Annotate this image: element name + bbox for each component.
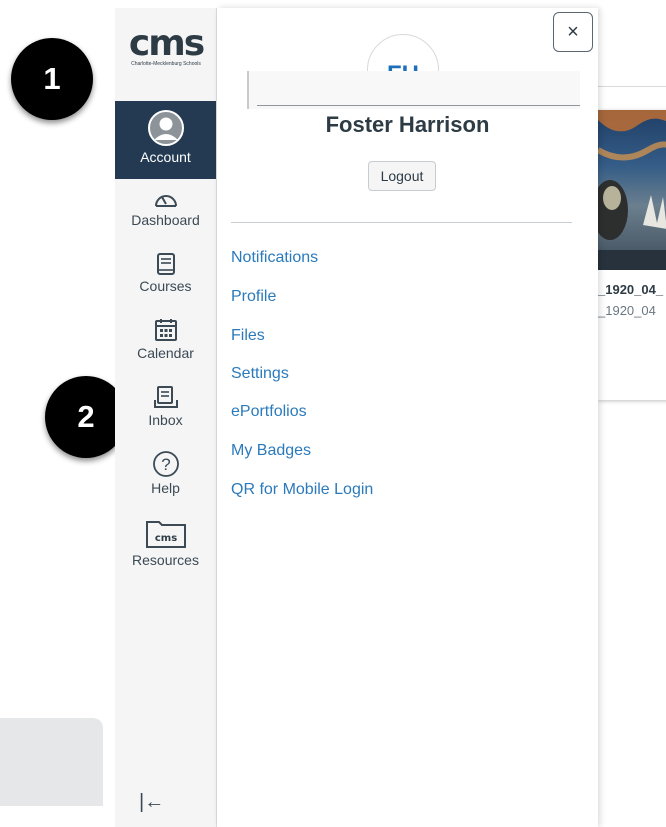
book-icon	[156, 253, 175, 275]
resources-icon-text: cms	[154, 533, 176, 544]
svg-text:?: ?	[161, 455, 170, 474]
link-files[interactable]: Files	[231, 327, 265, 345]
course-card[interactable]: _1920_04_ _1920_04	[598, 110, 666, 400]
close-tray-button[interactable]: ×	[553, 12, 593, 52]
link-profile[interactable]: Profile	[231, 288, 276, 306]
account-avatar-icon	[147, 110, 184, 146]
callout-1: 1	[11, 38, 93, 120]
nav-label-courses: Courses	[139, 278, 192, 294]
nav-item-calendar[interactable]: Calendar	[115, 317, 216, 375]
course-card-title[interactable]: _1920_04_	[598, 282, 663, 297]
nav-label-resources: Resources	[132, 552, 199, 568]
link-my-badges[interactable]: My Badges	[231, 442, 311, 460]
cms-logo-subtext: Charlotte-Mecklenburg Schools	[131, 61, 201, 67]
callout-1-number: 1	[43, 61, 61, 96]
calendar-icon	[154, 319, 177, 341]
link-qr-mobile-login[interactable]: QR for Mobile Login	[231, 481, 373, 499]
cms-logo-text: cms	[128, 23, 205, 64]
cms-logo[interactable]: cms Charlotte-Mecklenburg Schools	[117, 23, 215, 74]
nav-item-resources[interactable]: cms Resources	[115, 516, 216, 584]
left-placeholder-panel	[0, 718, 103, 806]
nav-label-account: Account	[140, 149, 191, 165]
user-name: Foster Harrison	[325, 112, 490, 137]
question-circle-icon: ?	[152, 451, 179, 477]
nav-item-dashboard[interactable]: Dashboard	[115, 188, 216, 244]
account-tray: × FH Foster Harrison Logout Notification…	[217, 8, 598, 827]
global-navigation: cms Charlotte-Mecklenburg Schools Accoun…	[115, 8, 217, 827]
link-notifications[interactable]: Notifications	[231, 249, 318, 267]
course-card-image	[598, 110, 666, 270]
nav-item-courses[interactable]: Courses	[115, 252, 216, 308]
tray-divider	[231, 222, 572, 223]
callout-2-number: 2	[77, 399, 95, 434]
speedometer-icon	[154, 195, 177, 207]
logout-button[interactable]: Logout	[368, 161, 436, 191]
avatar-underline	[257, 105, 580, 106]
cms-folder-icon: cms	[145, 521, 186, 548]
background-divider	[598, 86, 666, 87]
nav-item-inbox[interactable]: Inbox	[115, 384, 216, 440]
nav-label-inbox: Inbox	[148, 412, 183, 428]
avatar-upload-bar	[247, 71, 580, 109]
nav-item-account[interactable]: Account	[115, 101, 216, 179]
nav-item-help[interactable]: ? Help	[115, 450, 216, 506]
nav-label-help: Help	[151, 480, 180, 496]
close-icon: ×	[567, 20, 579, 43]
nav-label-dashboard: Dashboard	[131, 212, 200, 228]
inbox-icon	[153, 386, 178, 408]
course-card-subtitle: _1920_04	[598, 303, 656, 318]
link-settings[interactable]: Settings	[231, 365, 289, 383]
nav-label-calendar: Calendar	[137, 345, 194, 361]
link-eportfolios[interactable]: ePortfolios	[231, 403, 307, 421]
collapse-nav-icon[interactable]: |←	[139, 791, 164, 814]
